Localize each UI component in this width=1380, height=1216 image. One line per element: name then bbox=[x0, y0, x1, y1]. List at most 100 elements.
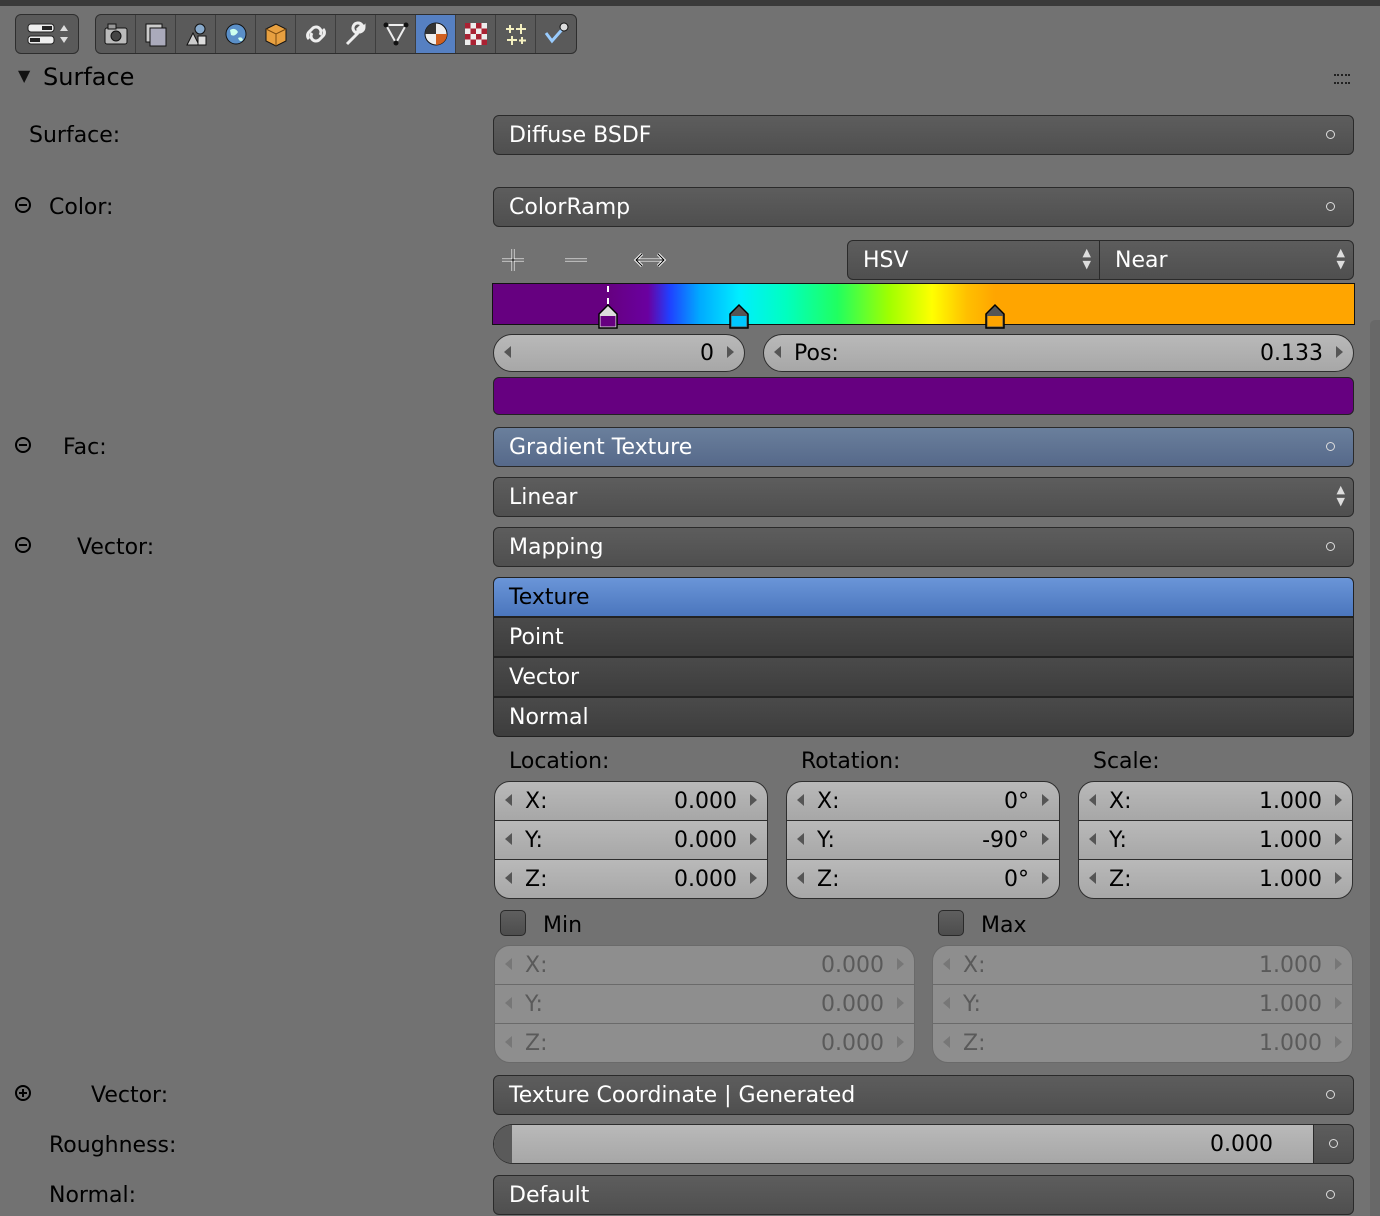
editor-type-icon[interactable] bbox=[16, 15, 78, 53]
increment-arrow-icon[interactable] bbox=[897, 1036, 904, 1048]
scrollbar[interactable] bbox=[1370, 320, 1380, 1216]
increment-arrow-icon[interactable] bbox=[1335, 958, 1342, 970]
interpolation-dropdown[interactable]: Near ▲ ▼ bbox=[1099, 240, 1354, 280]
vector2-input-selector[interactable]: Texture Coordinate | Generated bbox=[493, 1075, 1354, 1115]
increment-arrow-icon[interactable] bbox=[1336, 346, 1343, 358]
constraints-icon[interactable] bbox=[296, 15, 336, 53]
increment-arrow-icon[interactable] bbox=[750, 833, 757, 845]
stop-position-field[interactable]: Pos: 0.133 bbox=[763, 334, 1354, 372]
active-stop-index-field[interactable]: 0 bbox=[493, 334, 745, 372]
location-z-field[interactable]: Z: 0.000 bbox=[494, 859, 768, 899]
increment-arrow-icon[interactable] bbox=[727, 346, 734, 358]
min-checkbox[interactable] bbox=[500, 910, 526, 936]
fac-input-selector[interactable]: Gradient Texture bbox=[493, 427, 1354, 467]
collapse-color-icon[interactable] bbox=[15, 197, 31, 213]
ramp-stop-handle[interactable] bbox=[984, 302, 1006, 330]
decrement-arrow-icon[interactable] bbox=[943, 997, 950, 1009]
roughness-socket-button[interactable] bbox=[1313, 1124, 1354, 1164]
decrement-arrow-icon[interactable] bbox=[505, 997, 512, 1009]
modifier-icon[interactable] bbox=[336, 15, 376, 53]
max-y-field[interactable]: Y: 1.000 bbox=[932, 984, 1353, 1024]
normal-input-selector[interactable]: Default bbox=[493, 1175, 1354, 1215]
location-y-field[interactable]: Y: 0.000 bbox=[494, 820, 768, 860]
decrement-arrow-icon[interactable] bbox=[1089, 794, 1096, 806]
increment-arrow-icon[interactable] bbox=[750, 872, 757, 884]
decrement-arrow-icon[interactable] bbox=[1089, 872, 1096, 884]
decrement-arrow-icon[interactable] bbox=[797, 794, 804, 806]
decrement-arrow-icon[interactable] bbox=[1089, 833, 1096, 845]
decrement-arrow-icon[interactable] bbox=[943, 958, 950, 970]
decrement-arrow-icon[interactable] bbox=[505, 833, 512, 845]
max-x-field[interactable]: X: 1.000 bbox=[932, 945, 1353, 985]
decrement-arrow-icon[interactable] bbox=[505, 958, 512, 970]
panel-collapse-arrow-icon[interactable]: ▼ bbox=[18, 66, 30, 85]
particles-icon[interactable] bbox=[496, 15, 536, 53]
render-icon[interactable] bbox=[96, 15, 136, 53]
color-input-selector[interactable]: ColorRamp bbox=[493, 187, 1354, 227]
scale-z-field[interactable]: Z: 1.000 bbox=[1078, 859, 1353, 899]
surface-shader-selector[interactable]: Diffuse BSDF bbox=[493, 115, 1354, 155]
increment-arrow-icon[interactable] bbox=[1335, 997, 1342, 1009]
ramp-stop-handle[interactable] bbox=[597, 302, 619, 330]
rotation-x-field[interactable]: X: 0° bbox=[786, 781, 1060, 821]
physics-icon[interactable] bbox=[536, 15, 576, 53]
editor-type-selector[interactable] bbox=[15, 14, 79, 54]
min-x-field[interactable]: X: 0.000 bbox=[494, 945, 915, 985]
panel-drag-handle-icon[interactable] bbox=[1334, 74, 1350, 84]
location-x-field[interactable]: X: 0.000 bbox=[494, 781, 768, 821]
render-layers-icon[interactable] bbox=[136, 15, 176, 53]
increment-arrow-icon[interactable] bbox=[1042, 872, 1049, 884]
add-stop-button[interactable] bbox=[499, 246, 527, 278]
decrement-arrow-icon[interactable] bbox=[505, 872, 512, 884]
min-y-field[interactable]: Y: 0.000 bbox=[494, 984, 915, 1024]
increment-arrow-icon[interactable] bbox=[1042, 833, 1049, 845]
color-mode-dropdown[interactable]: HSV ▲ ▼ bbox=[847, 240, 1100, 280]
max-checkbox[interactable] bbox=[938, 910, 964, 936]
panel-title[interactable]: Surface bbox=[43, 63, 134, 91]
increment-arrow-icon[interactable] bbox=[1335, 833, 1342, 845]
increment-arrow-icon[interactable] bbox=[1335, 794, 1342, 806]
roughness-slider[interactable]: 0.000 bbox=[493, 1124, 1314, 1164]
stop-color-swatch[interactable] bbox=[493, 377, 1354, 415]
mapping-type-normal[interactable]: Normal bbox=[493, 697, 1354, 737]
mapping-type-point[interactable]: Point bbox=[493, 617, 1354, 657]
object-icon[interactable] bbox=[256, 15, 296, 53]
decrement-arrow-icon[interactable] bbox=[504, 346, 511, 358]
scale-y-field[interactable]: Y: 1.000 bbox=[1078, 820, 1353, 860]
decrement-arrow-icon[interactable] bbox=[943, 1036, 950, 1048]
increment-arrow-icon[interactable] bbox=[897, 997, 904, 1009]
increment-arrow-icon[interactable] bbox=[1042, 794, 1049, 806]
mapping-type-texture[interactable]: Texture bbox=[493, 577, 1354, 617]
decrement-arrow-icon[interactable] bbox=[774, 346, 781, 358]
decrement-arrow-icon[interactable] bbox=[797, 872, 804, 884]
remove-stop-button[interactable] bbox=[562, 246, 590, 278]
scale-x-field[interactable]: X: 1.000 bbox=[1078, 781, 1353, 821]
decrement-arrow-icon[interactable] bbox=[797, 833, 804, 845]
increment-arrow-icon[interactable] bbox=[1335, 872, 1342, 884]
mapping-type-vector[interactable]: Vector bbox=[493, 657, 1354, 697]
color-ramp-bar[interactable] bbox=[492, 283, 1355, 325]
ramp-stop-handle[interactable] bbox=[728, 302, 750, 330]
texture-icon[interactable] bbox=[456, 15, 496, 53]
expand-vector-icon[interactable] bbox=[15, 1085, 31, 1101]
material-icon[interactable] bbox=[416, 15, 456, 53]
min-z-field[interactable]: Z: 0.000 bbox=[494, 1023, 915, 1063]
collapse-fac-icon[interactable] bbox=[15, 437, 31, 453]
scene-icon[interactable] bbox=[176, 15, 216, 53]
rotation-y-field[interactable]: Y: -90° bbox=[786, 820, 1060, 860]
gradient-type-dropdown[interactable]: Linear ▲ ▼ bbox=[493, 477, 1354, 517]
increment-arrow-icon[interactable] bbox=[1335, 1036, 1342, 1048]
max-z-field[interactable]: Z: 1.000 bbox=[932, 1023, 1353, 1063]
flip-ramp-button[interactable] bbox=[632, 246, 668, 278]
increment-arrow-icon[interactable] bbox=[750, 794, 757, 806]
rotation-z-field[interactable]: Z: 0° bbox=[786, 859, 1060, 899]
increment-arrow-icon[interactable] bbox=[897, 958, 904, 970]
min-z-value: 0.000 bbox=[821, 1030, 884, 1056]
decrement-arrow-icon[interactable] bbox=[505, 794, 512, 806]
world-icon[interactable] bbox=[216, 15, 256, 53]
object-data-icon[interactable] bbox=[376, 15, 416, 53]
vector2-input-value: Texture Coordinate | Generated bbox=[509, 1082, 856, 1108]
vector-input-selector[interactable]: Mapping bbox=[493, 527, 1354, 567]
decrement-arrow-icon[interactable] bbox=[505, 1036, 512, 1048]
collapse-vector-icon[interactable] bbox=[15, 537, 31, 553]
